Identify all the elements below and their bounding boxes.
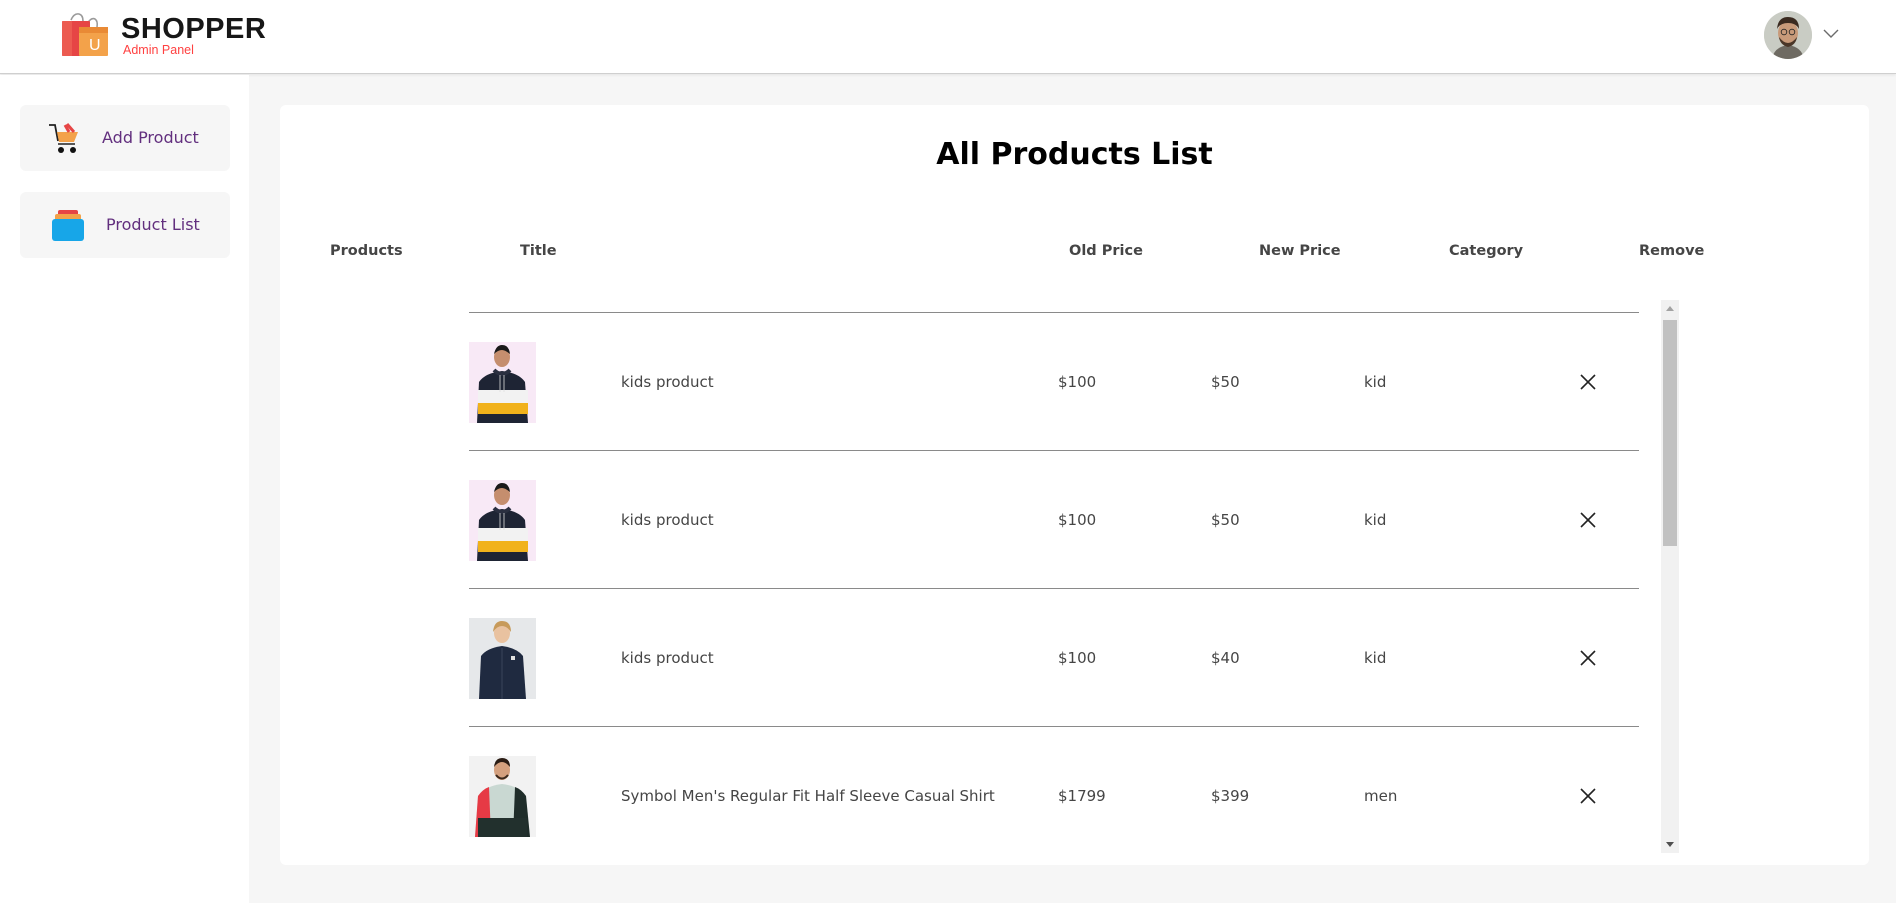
- sidebar-item-label: Product List: [106, 215, 200, 234]
- product-title: kids product: [621, 511, 714, 529]
- remove-icon[interactable]: [1580, 374, 1596, 390]
- product-new-price: $50: [1211, 511, 1240, 529]
- scroll-up-arrow-icon[interactable]: [1662, 302, 1678, 316]
- remove-icon[interactable]: [1580, 788, 1596, 804]
- column-header-new-price: New Price: [1259, 243, 1341, 259]
- table-row: kids product $100 $40 kid: [469, 588, 1639, 726]
- product-category: kid: [1364, 511, 1387, 529]
- sidebar-item-label: Add Product: [102, 128, 199, 147]
- table-row: kids product $100 $50 kid: [469, 450, 1639, 588]
- column-header-category: Category: [1449, 243, 1524, 259]
- cart-icon: [49, 123, 78, 153]
- kids-jacket-image: [469, 618, 536, 699]
- remove-icon[interactable]: [1580, 512, 1596, 528]
- remove-icon[interactable]: [1580, 650, 1596, 666]
- shopping-bag-icon: U: [62, 13, 108, 56]
- navbar: U SHOPPER Admin Panel: [0, 0, 1896, 74]
- column-header-products: Products: [330, 243, 403, 259]
- stacked-list-icon: [52, 210, 84, 241]
- kids-hoodie-image: [469, 342, 536, 423]
- brand-name: SHOPPER: [121, 13, 267, 45]
- product-new-price: $40: [1211, 649, 1240, 667]
- sidebar: Add Product Product List: [0, 75, 249, 903]
- product-list-panel: All Products List Products Title Old Pri…: [280, 105, 1869, 865]
- column-header-title: Title: [520, 243, 557, 259]
- product-old-price: $1799: [1058, 787, 1106, 805]
- kids-hoodie-image: [469, 480, 536, 561]
- user-avatar[interactable]: [1764, 11, 1812, 59]
- column-header-remove: Remove: [1639, 243, 1705, 259]
- product-old-price: $100: [1058, 373, 1097, 391]
- product-category: kid: [1364, 373, 1387, 391]
- scroll-down-arrow-icon[interactable]: [1662, 837, 1678, 851]
- product-title: Symbol Men's Regular Fit Half Sleeve Cas…: [621, 787, 995, 805]
- sidebar-item-add-product[interactable]: Add Product: [20, 105, 230, 171]
- page-title: All Products List: [936, 137, 1213, 172]
- product-new-price: $399: [1211, 787, 1250, 805]
- product-list[interactable]: kids product $100 $50 kid kids product $…: [469, 299, 1661, 852]
- product-category: kid: [1364, 649, 1387, 667]
- product-category: men: [1364, 787, 1398, 805]
- sidebar-item-product-list[interactable]: Product List: [20, 192, 230, 258]
- mens-jacket-image: [469, 756, 536, 837]
- product-title: kids product: [621, 649, 714, 667]
- scrollbar-thumb[interactable]: [1663, 320, 1677, 546]
- chevron-down-icon[interactable]: [1821, 22, 1841, 46]
- product-old-price: $100: [1058, 649, 1097, 667]
- column-header-old-price: Old Price: [1069, 243, 1143, 259]
- product-old-price: $100: [1058, 511, 1097, 529]
- brand-subtitle: Admin Panel: [123, 43, 194, 57]
- product-new-price: $50: [1211, 373, 1240, 391]
- table-row: Symbol Men's Regular Fit Half Sleeve Cas…: [469, 726, 1639, 852]
- product-title: kids product: [621, 373, 714, 391]
- svg-text:U: U: [89, 37, 101, 54]
- table-row: kids product $100 $50 kid: [469, 312, 1639, 450]
